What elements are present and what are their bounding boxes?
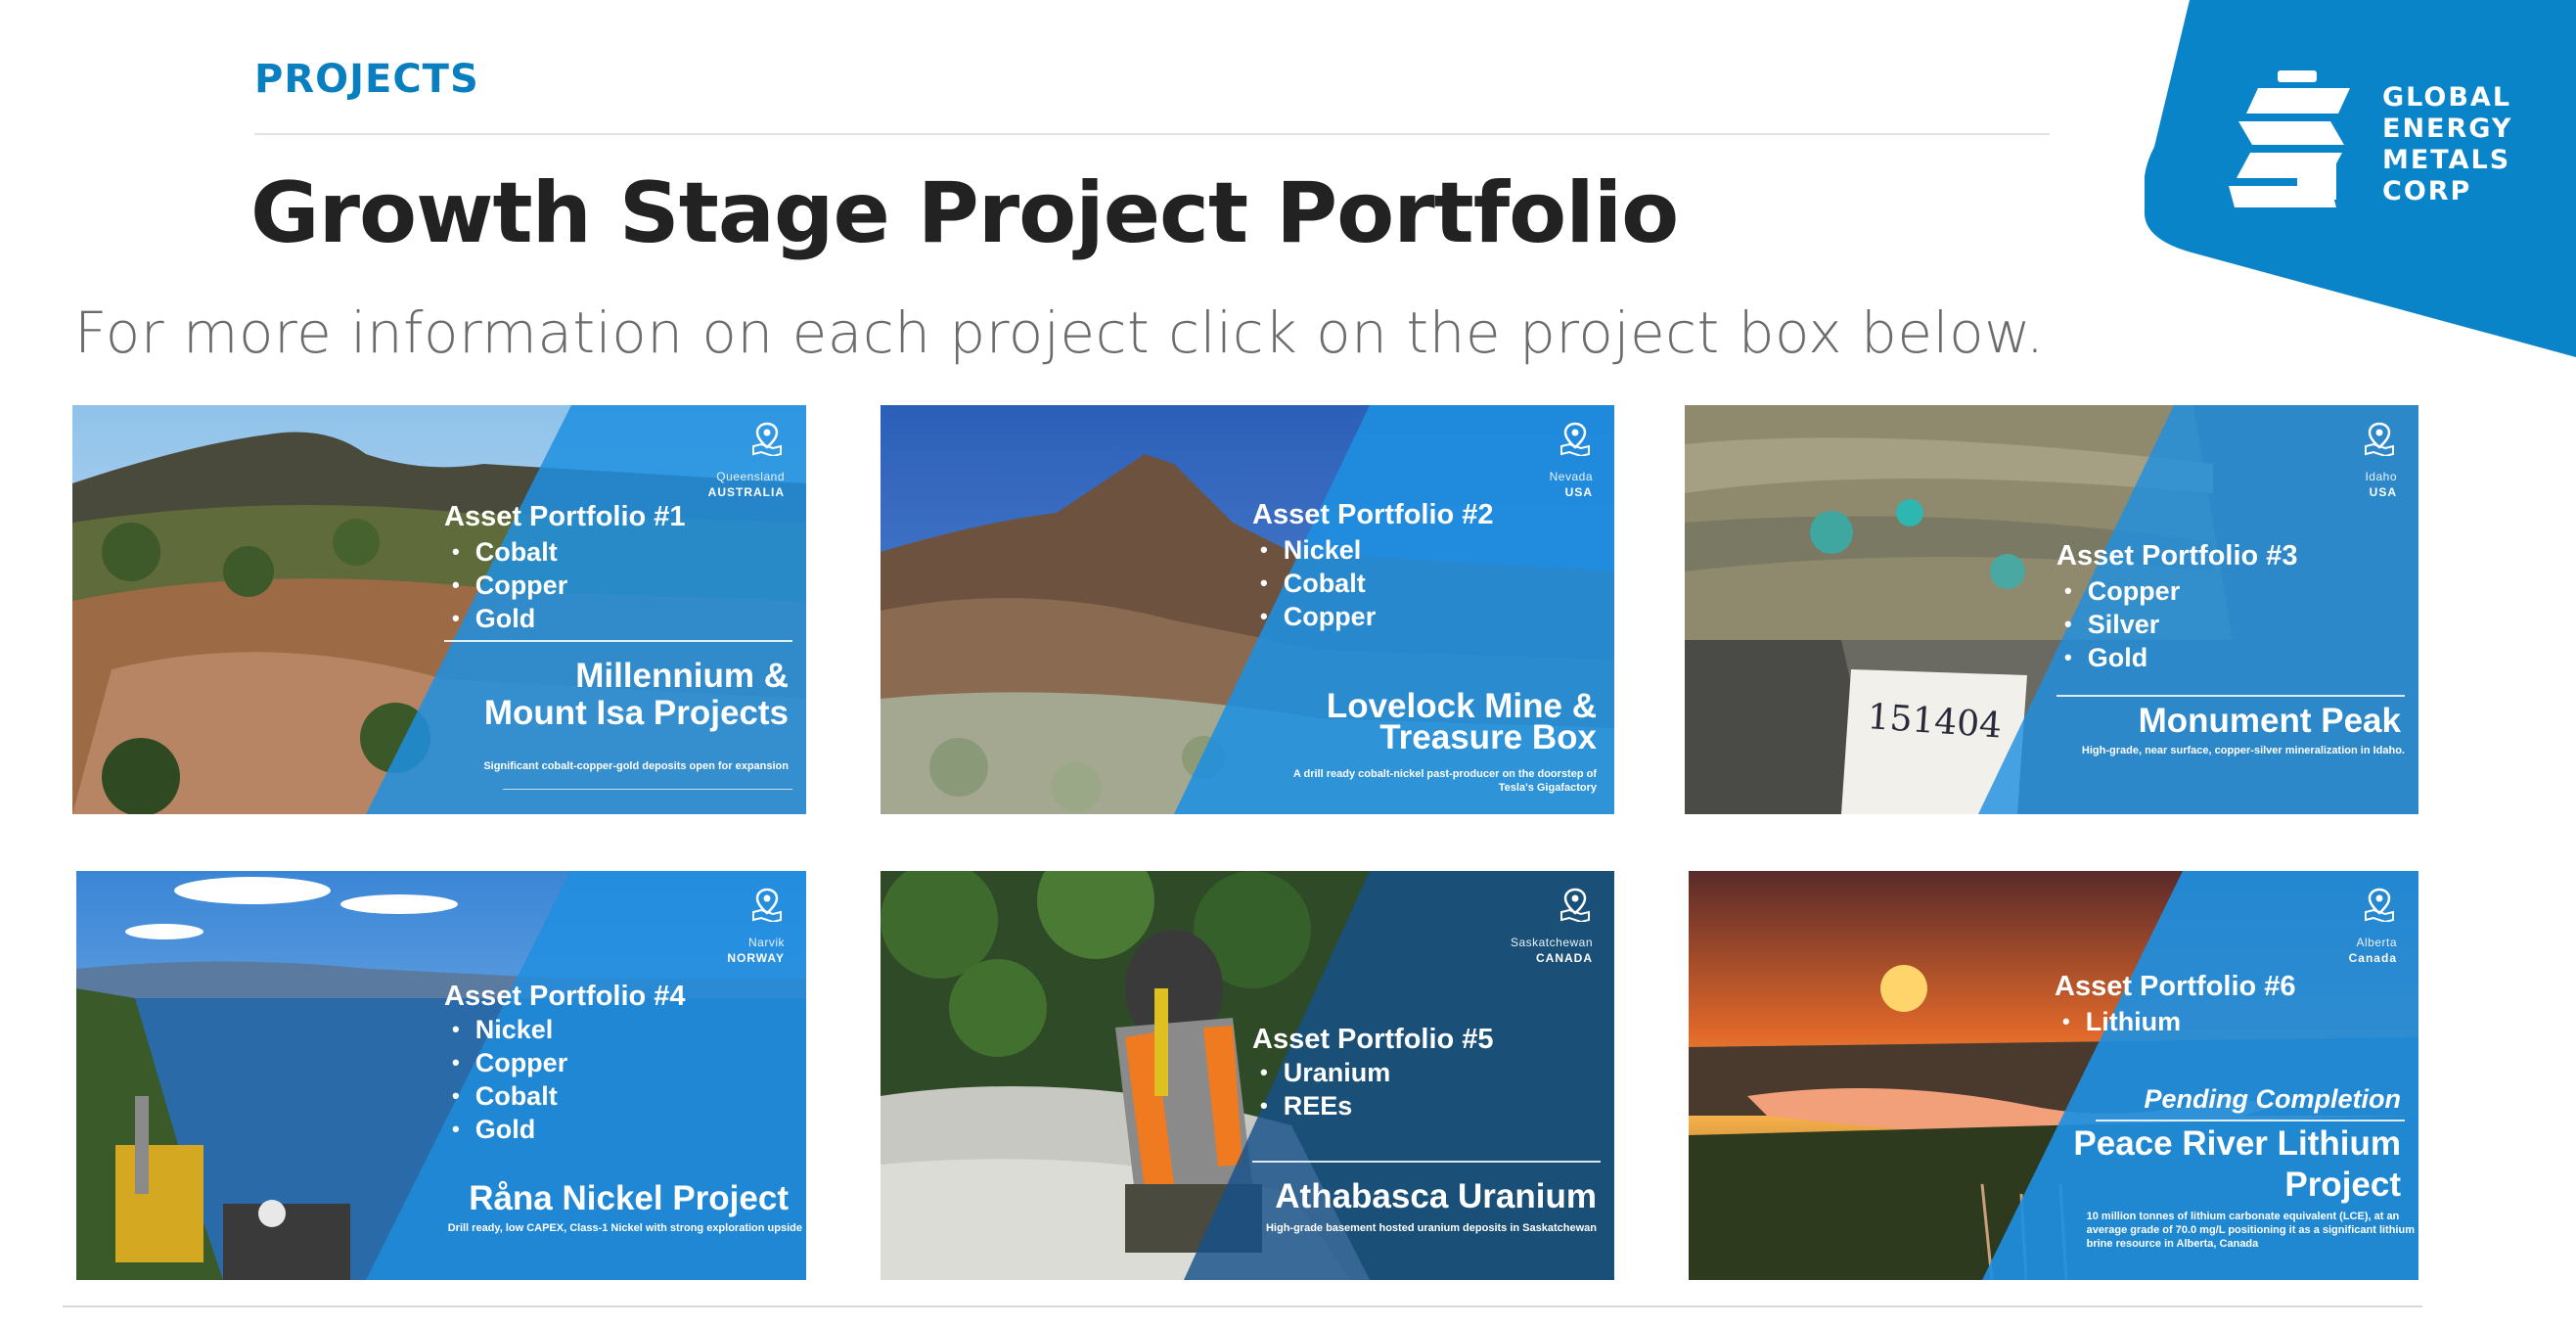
project-name: Peace River Lithium Project xyxy=(2073,1124,2401,1204)
card-divider xyxy=(2096,1120,2405,1121)
metal-item: Lithium xyxy=(2062,1006,2181,1039)
portfolio-title: Asset Portfolio #4 xyxy=(444,981,686,1012)
card-divider xyxy=(444,640,792,642)
map-pin-icon xyxy=(2362,887,2397,924)
location-country: Canada xyxy=(2348,951,2397,965)
location-region: Narvik xyxy=(747,936,785,949)
metals-list: Cobalt Copper Gold xyxy=(452,536,568,636)
metal-item: Uranium xyxy=(1260,1057,1391,1090)
portfolio-title: Asset Portfolio #3 xyxy=(2056,540,2298,572)
metal-item: Silver xyxy=(2064,609,2180,642)
metal-item: Copper xyxy=(2064,575,2181,609)
location-region: Queensland xyxy=(716,470,785,483)
portfolio-title: Asset Portfolio #6 xyxy=(2055,971,2296,1002)
logo-line-2: ENERGY xyxy=(2382,114,2513,144)
pending-status: Pending Completion xyxy=(2144,1084,2402,1114)
metal-item: Gold xyxy=(452,1114,567,1147)
project-card-2[interactable]: Nevada USA Asset Portfolio #2 Nickel Cob… xyxy=(881,405,1614,814)
portfolio-title: Asset Portfolio #2 xyxy=(1252,499,1494,530)
card-divider xyxy=(503,789,792,790)
section-label: PROJECTS xyxy=(254,57,479,102)
metal-item: Gold xyxy=(2064,642,2180,675)
location-region: Nevada xyxy=(1549,470,1593,483)
metal-item: Cobalt xyxy=(452,1080,567,1114)
map-pin-icon xyxy=(749,421,785,458)
map-pin-icon xyxy=(2362,421,2397,458)
location-region: Idaho xyxy=(2365,470,2397,483)
project-name: Lovelock Mine & Treasure Box xyxy=(1326,687,1597,756)
location-country: AUSTRALIA xyxy=(707,485,785,499)
project-card-4[interactable]: Narvik NORWAY Asset Portfolio #4 Nickel … xyxy=(76,871,806,1280)
project-name: Råna Nickel Project xyxy=(469,1179,789,1217)
location-country: USA xyxy=(2369,485,2397,499)
metals-list: Nickel Cobalt Copper xyxy=(1260,534,1377,634)
logo-line-1: GLOBAL xyxy=(2382,82,2512,113)
card-divider xyxy=(2056,695,2405,697)
logo-line-4: CORP xyxy=(2382,176,2472,206)
project-card-3[interactable]: 151404 Idaho USA Asset Portfolio #3 Copp… xyxy=(1685,405,2418,814)
page-title: Growth Stage Project Portfolio xyxy=(250,164,1679,262)
metals-list: Lithium xyxy=(2062,1006,2181,1039)
header-divider xyxy=(254,133,2050,135)
metal-item: Cobalt xyxy=(452,536,567,570)
metal-item: Copper xyxy=(452,570,568,603)
project-card-5[interactable]: Saskatchewan CANADA Asset Portfolio #5 U… xyxy=(881,871,1614,1280)
project-name: Millennium & Mount Isa Projects xyxy=(483,657,789,732)
project-name: Athabasca Uranium xyxy=(1275,1177,1597,1215)
metal-item: Copper xyxy=(452,1047,568,1080)
project-card-6[interactable]: Alberta Canada Asset Portfolio #6 Lithiu… xyxy=(1689,871,2418,1280)
project-description: High-grade basement hosted uranium depos… xyxy=(1265,1222,1597,1234)
metal-item: Cobalt xyxy=(1260,568,1376,601)
project-description: 10 million tonnes of lithium carbonate e… xyxy=(2086,1211,2415,1250)
company-name: GLOBAL ENERGY METALS CORP xyxy=(2382,82,2512,207)
project-description: Significant cobalt-copper-gold deposits … xyxy=(483,760,789,772)
page-subtitle: For more information on each project cli… xyxy=(74,299,2045,366)
gem-logo-icon xyxy=(2229,70,2350,207)
location-country: USA xyxy=(1564,485,1593,499)
footer-divider xyxy=(63,1305,2422,1307)
map-pin-icon xyxy=(1558,887,1593,924)
metal-item: REEs xyxy=(1260,1090,1390,1123)
logo-line-3: METALS xyxy=(2382,145,2511,175)
map-pin-icon xyxy=(1558,421,1593,458)
metals-list: Copper Silver Gold xyxy=(2064,575,2181,675)
metal-item: Nickel xyxy=(1260,534,1376,568)
portfolio-title: Asset Portfolio #1 xyxy=(444,501,686,532)
metal-item: Nickel xyxy=(452,1014,567,1047)
location-region: Alberta xyxy=(2356,936,2397,949)
project-description: A drill ready cobalt-nickel past-produce… xyxy=(1292,768,1597,794)
location-country: CANADA xyxy=(1536,951,1593,965)
project-name: Monument Peak xyxy=(2138,702,2401,740)
location-country: NORWAY xyxy=(727,951,785,965)
metals-list: Nickel Copper Cobalt Gold xyxy=(452,1014,568,1147)
portfolio-title: Asset Portfolio #5 xyxy=(1252,1024,1494,1055)
map-pin-icon xyxy=(749,887,785,924)
project-description: Drill ready, low CAPEX, Class-1 Nickel w… xyxy=(447,1222,802,1234)
metal-item: Copper xyxy=(1260,601,1377,634)
project-description: High-grade, near surface, copper-silver … xyxy=(2081,745,2405,756)
metal-item: Gold xyxy=(452,603,567,636)
metals-list: Uranium REEs xyxy=(1260,1057,1391,1123)
location-region: Saskatchewan xyxy=(1510,936,1593,949)
project-card-1[interactable]: Queensland AUSTRALIA Asset Portfolio #1 … xyxy=(72,405,806,814)
card-divider xyxy=(1252,1161,1601,1163)
